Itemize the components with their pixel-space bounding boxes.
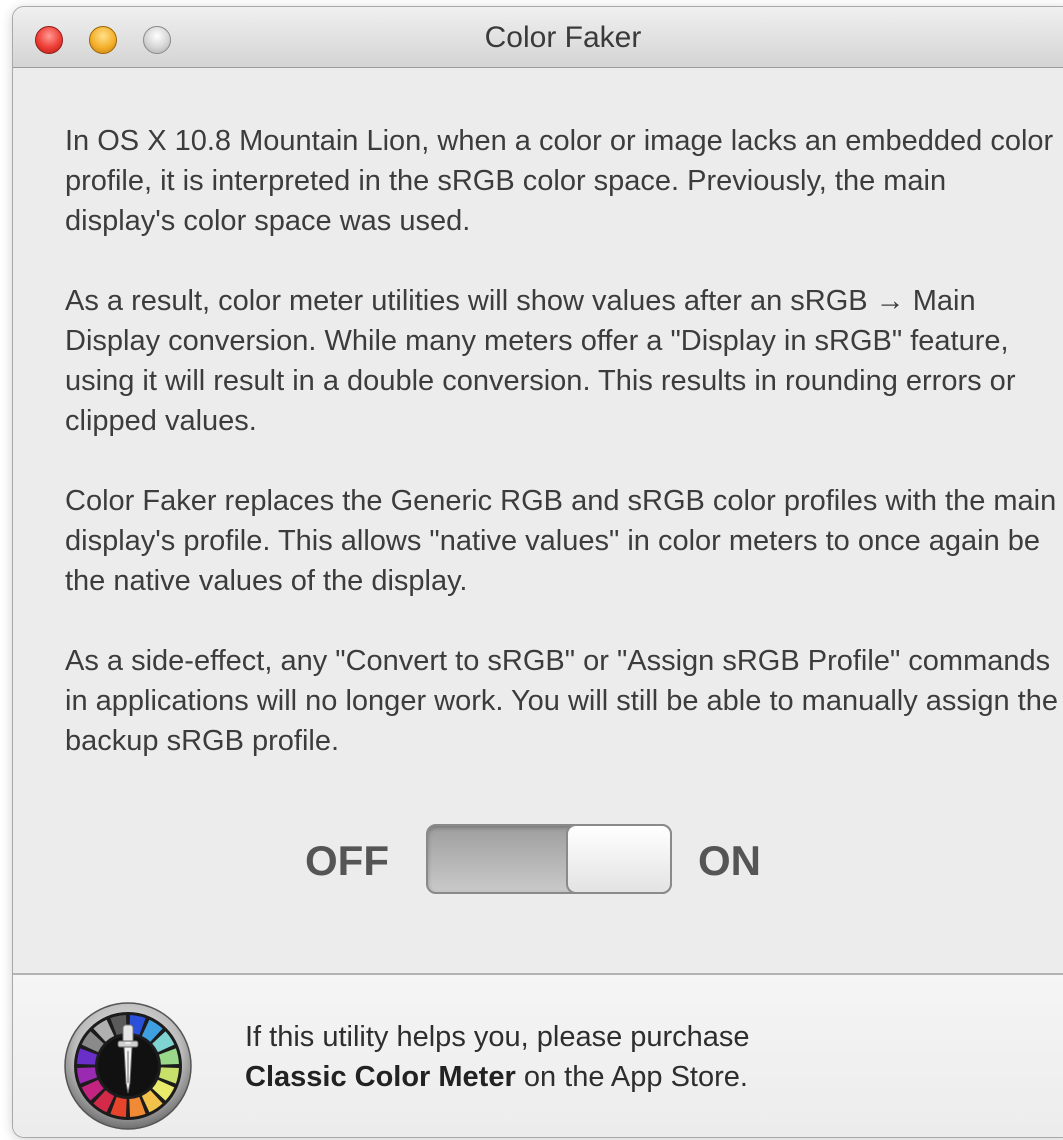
app-window: Color Faker In OS X 10.8 Mountain Lion, … [12,6,1063,1138]
title-bar[interactable]: Color Faker [13,7,1063,68]
switch-knob[interactable] [566,824,672,894]
promo-line-2-suffix: on the App Store. [515,1061,748,1093]
description-text: In OS X 10.8 Mountain Lion, when a color… [65,121,1060,801]
color-meter-icon[interactable] [63,1001,193,1131]
paragraph-4: As a side-effect, any "Convert to sRGB" … [65,645,1058,757]
promo-text: If this utility helps you, please purcha… [245,1017,750,1097]
toggle-on-label[interactable]: ON [698,837,761,885]
paragraph-2: As a result, color meter utilities will … [65,285,1016,437]
app-store-link[interactable]: Classic Color Meter [245,1061,516,1093]
promo-line-1: If this utility helps you, please purcha… [245,1021,750,1053]
paragraph-3: Color Faker replaces the Generic RGB and… [65,485,1057,597]
paragraph-1: In OS X 10.8 Mountain Lion, when a color… [65,125,1054,237]
on-off-switch[interactable] [426,824,672,894]
window-title: Color Faker [484,21,642,54]
promo-line-2: Classic Color Meter on the App Store. [245,1057,750,1097]
promo-footer: If this utility helps you, please purcha… [13,973,1063,1137]
toggle-off-label[interactable]: OFF [305,837,389,885]
toggle-row: OFF ON [13,819,1063,899]
